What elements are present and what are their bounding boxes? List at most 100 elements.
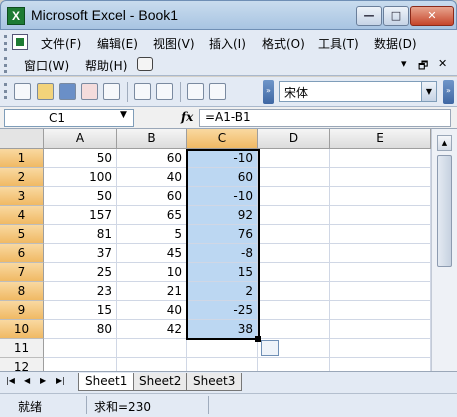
name-box-dropdown[interactable]: ▼ — [120, 110, 127, 120]
permission-icon[interactable] — [81, 83, 98, 100]
cell-a10[interactable]: 80 — [44, 320, 117, 339]
insert-function-icon[interactable]: fx — [181, 110, 193, 124]
cell-c4[interactable]: 92 — [187, 206, 258, 225]
cell-e7[interactable] — [330, 263, 431, 282]
row-header-1[interactable]: 1 — [0, 149, 44, 168]
help-search-icon[interactable] — [137, 57, 153, 71]
row-header-6[interactable]: 6 — [0, 244, 44, 263]
cell-c3[interactable]: -10 — [187, 187, 258, 206]
cell-c5[interactable]: 76 — [187, 225, 258, 244]
cell-a5[interactable]: 81 — [44, 225, 117, 244]
cell-b4[interactable]: 65 — [117, 206, 187, 225]
cell-a12[interactable] — [44, 358, 117, 371]
tab-sheet1[interactable]: Sheet1 — [78, 373, 135, 391]
row-header-5[interactable]: 5 — [0, 225, 44, 244]
vertical-scrollbar[interactable]: ▲ — [431, 129, 457, 371]
cell-b11[interactable] — [117, 339, 187, 358]
cell-d1[interactable] — [258, 149, 330, 168]
cell-b3[interactable]: 60 — [117, 187, 187, 206]
cell-b9[interactable]: 40 — [117, 301, 187, 320]
toolbar-grip[interactable] — [4, 83, 7, 99]
menu-format[interactable]: 格式(O) — [262, 35, 305, 52]
cell-d7[interactable] — [258, 263, 330, 282]
menu-window[interactable]: 窗口(W) — [24, 57, 69, 74]
format-toolbar-chevron[interactable]: » — [443, 80, 454, 104]
cell-e4[interactable] — [330, 206, 431, 225]
font-dropdown-arrow[interactable]: ▼ — [421, 82, 436, 101]
cell-a7[interactable]: 25 — [44, 263, 117, 282]
minimize-button[interactable]: — — [356, 6, 382, 26]
cell-a6[interactable]: 37 — [44, 244, 117, 263]
cell-d9[interactable] — [258, 301, 330, 320]
cell-a1[interactable]: 50 — [44, 149, 117, 168]
cell-c7[interactable]: 15 — [187, 263, 258, 282]
prev-sheet-button[interactable]: ◀ — [24, 376, 30, 385]
scroll-thumb[interactable] — [437, 155, 452, 267]
menu-tools[interactable]: 工具(T) — [318, 35, 359, 52]
menu-edit[interactable]: 编辑(E) — [97, 35, 138, 52]
cell-a4[interactable]: 157 — [44, 206, 117, 225]
column-header-e[interactable]: E — [330, 129, 431, 149]
cell-c2[interactable]: 60 — [187, 168, 258, 187]
menu-help[interactable]: 帮助(H) — [85, 57, 127, 74]
column-header-a[interactable]: A — [44, 129, 117, 149]
menu-view[interactable]: 视图(V) — [153, 35, 195, 52]
cell-e12[interactable] — [330, 358, 431, 371]
doc-restore-button[interactable]: 🗗 — [418, 57, 428, 76]
cell-a3[interactable]: 50 — [44, 187, 117, 206]
row-header-10[interactable]: 10 — [0, 320, 44, 339]
column-header-d[interactable]: D — [258, 129, 330, 149]
cell-a11[interactable] — [44, 339, 117, 358]
row-header-8[interactable]: 8 — [0, 282, 44, 301]
open-folder-icon[interactable] — [37, 83, 54, 100]
menu-insert[interactable]: 插入(I) — [209, 35, 246, 52]
last-sheet-button[interactable]: ▶| — [56, 376, 65, 385]
menu-grip-2[interactable] — [4, 57, 7, 73]
cell-e3[interactable] — [330, 187, 431, 206]
tab-sheet3[interactable]: Sheet3 — [186, 373, 243, 391]
print-preview-icon[interactable] — [156, 83, 173, 100]
row-header-11[interactable]: 11 — [0, 339, 44, 358]
row-header-4[interactable]: 4 — [0, 206, 44, 225]
cell-e1[interactable] — [330, 149, 431, 168]
cell-b8[interactable]: 21 — [117, 282, 187, 301]
cell-d10[interactable] — [258, 320, 330, 339]
row-header-7[interactable]: 7 — [0, 263, 44, 282]
column-header-c[interactable]: C — [187, 129, 258, 149]
first-sheet-button[interactable]: |◀ — [6, 376, 15, 385]
toolbar-options-chevron[interactable]: » — [263, 80, 274, 104]
doc-minimize-button[interactable]: ▾ — [401, 57, 407, 70]
close-button[interactable]: ✕ — [410, 6, 454, 26]
cell-c11[interactable] — [187, 339, 258, 358]
research-icon[interactable] — [209, 83, 226, 100]
cell-d3[interactable] — [258, 187, 330, 206]
cell-d6[interactable] — [258, 244, 330, 263]
row-header-12[interactable]: 12 — [0, 358, 44, 371]
cell-b10[interactable]: 42 — [117, 320, 187, 339]
auto-fill-options-icon[interactable] — [261, 340, 279, 356]
print-icon[interactable] — [134, 83, 151, 100]
menu-grip[interactable] — [4, 35, 7, 51]
cell-a9[interactable]: 15 — [44, 301, 117, 320]
column-header-b[interactable]: B — [117, 129, 187, 149]
menu-file[interactable]: 文件(F) — [41, 35, 81, 52]
cell-c12[interactable] — [187, 358, 258, 371]
cell-e8[interactable] — [330, 282, 431, 301]
cell-b7[interactable]: 10 — [117, 263, 187, 282]
cell-e2[interactable] — [330, 168, 431, 187]
tab-sheet2[interactable]: Sheet2 — [132, 373, 189, 391]
scroll-up-button[interactable]: ▲ — [437, 135, 452, 151]
cell-d12[interactable] — [258, 358, 330, 371]
cell-e10[interactable] — [330, 320, 431, 339]
cell-c6[interactable]: -8 — [187, 244, 258, 263]
cell-c8[interactable]: 2 — [187, 282, 258, 301]
cell-b6[interactable]: 45 — [117, 244, 187, 263]
row-header-2[interactable]: 2 — [0, 168, 44, 187]
next-sheet-button[interactable]: ▶ — [40, 376, 46, 385]
spelling-icon[interactable] — [187, 83, 204, 100]
cell-d4[interactable] — [258, 206, 330, 225]
document-icon[interactable] — [12, 34, 28, 50]
cell-c1[interactable]: -10 — [187, 149, 258, 168]
name-box[interactable]: C1 — [4, 109, 134, 127]
doc-close-button[interactable]: ✕ — [438, 57, 447, 70]
